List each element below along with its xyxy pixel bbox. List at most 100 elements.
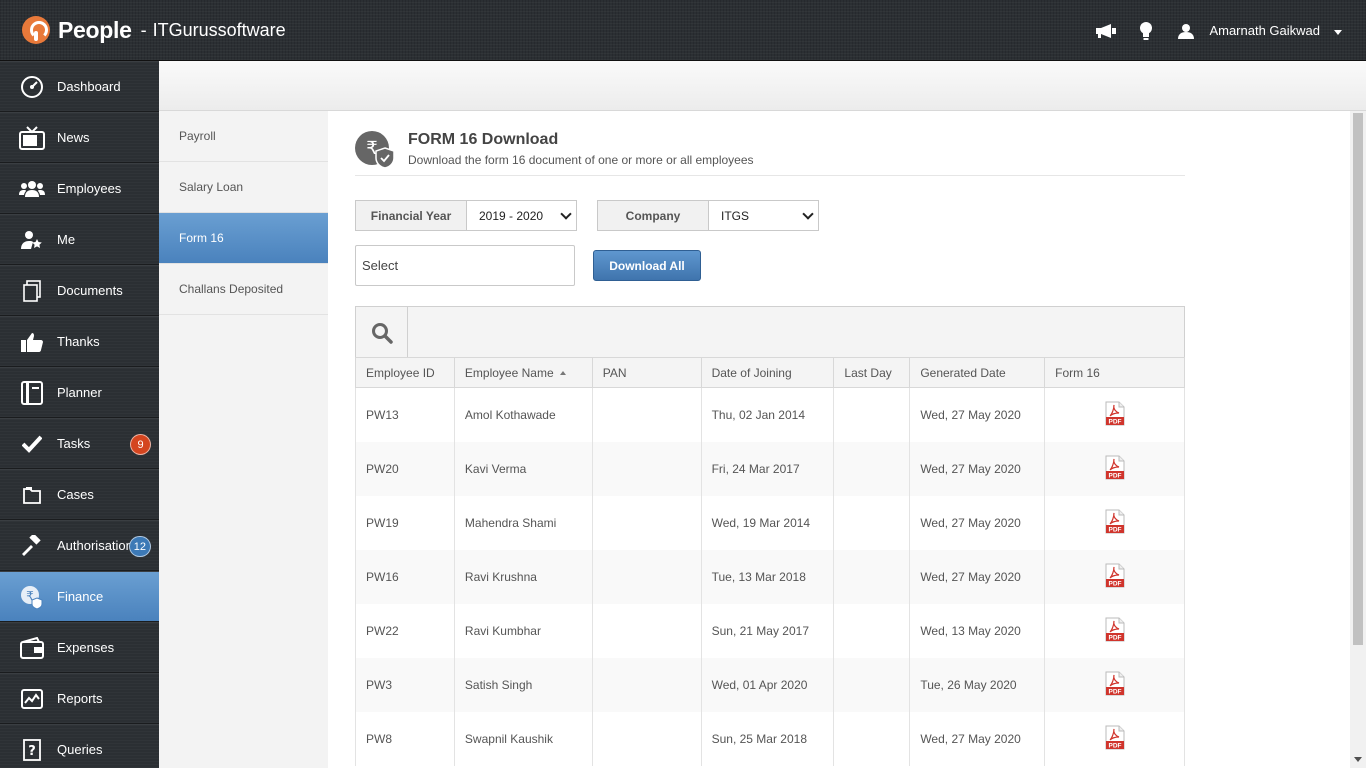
pdf-download-icon[interactable]: PDF — [1105, 509, 1125, 534]
nav-item-reports[interactable]: Reports — [0, 673, 159, 724]
column-header-last-day[interactable]: Last Day — [833, 357, 911, 388]
cell-generated-date: Wed, 27 May 2020 — [909, 495, 1046, 550]
cell-last-day — [833, 441, 911, 496]
nav-item-news[interactable]: News — [0, 112, 159, 163]
main-content: ₹ FORM 16 Download Download the form 16 … — [328, 111, 1350, 768]
nav-item-dashboard[interactable]: Dashboard — [0, 61, 159, 112]
nav-item-employees[interactable]: Employees — [0, 163, 159, 214]
app-name: People — [58, 16, 132, 43]
svg-text:PDF: PDF — [1108, 580, 1121, 587]
column-header-generated-date[interactable]: Generated Date — [909, 357, 1046, 388]
check-icon — [19, 431, 45, 457]
financial-year-value: 2019 - 2020 — [479, 208, 544, 223]
pdf-download-icon[interactable]: PDF — [1105, 401, 1125, 426]
subnav-item-form-16[interactable]: Form 16 — [159, 213, 328, 264]
table-row: PW19 Mahendra Shami Wed, 19 Mar 2014 Wed… — [355, 495, 1185, 550]
cell-employee-id: PW8 — [355, 711, 455, 766]
svg-text:PDF: PDF — [1108, 688, 1121, 695]
vertical-scrollbar[interactable] — [1350, 111, 1366, 768]
column-header-employee-name[interactable]: Employee Name — [453, 357, 593, 388]
nav-item-documents[interactable]: Documents — [0, 265, 159, 316]
user-star-icon — [19, 227, 45, 253]
nav-item-label: Me — [57, 232, 76, 247]
column-header-pan[interactable]: PAN — [591, 357, 702, 388]
megaphone-icon[interactable] — [1095, 20, 1117, 42]
table-row: PW20 Kavi Verma Fri, 24 Mar 2017 Wed, 27… — [355, 441, 1185, 496]
nav-item-label: Expenses — [57, 640, 115, 655]
nav-item-authorisations[interactable]: Authorisations 12 — [0, 520, 159, 571]
page-subtitle: Download the form 16 document of one or … — [408, 153, 754, 167]
cell-employee-id: PW16 — [355, 549, 455, 604]
user-icon[interactable] — [1175, 20, 1197, 42]
subnav-item-payroll[interactable]: Payroll — [159, 111, 328, 162]
cell-employee-id: PW13 — [355, 387, 455, 442]
column-header-employee-id[interactable]: Employee ID — [355, 357, 455, 388]
cell-pan — [591, 603, 702, 658]
scrollbar-thumb[interactable] — [1353, 113, 1363, 645]
users-icon — [19, 176, 45, 202]
nav-item-cases[interactable]: Cases — [0, 469, 159, 520]
nav-item-expenses[interactable]: Expenses — [0, 622, 159, 673]
column-header-date-of-joining[interactable]: Date of Joining — [700, 357, 835, 388]
column-header-label: Employee Name — [464, 365, 554, 380]
tasks-count-badge: 9 — [130, 434, 151, 455]
subnav-item-salary-loan[interactable]: Salary Loan — [159, 162, 328, 213]
cell-pan — [591, 441, 702, 496]
cell-form-16: PDF — [1044, 657, 1185, 712]
cell-generated-date: Wed, 27 May 2020 — [909, 549, 1046, 604]
lightbulb-icon[interactable] — [1135, 20, 1157, 42]
company-label: Company — [598, 201, 709, 230]
folder-icon — [19, 482, 45, 508]
cell-date-of-joining: Sun, 25 Mar 2018 — [700, 711, 835, 766]
cell-last-day — [833, 711, 911, 766]
cell-form-16: PDF — [1044, 495, 1185, 550]
nav-item-queries[interactable]: ? Queries — [0, 724, 159, 768]
cell-generated-date: Wed, 13 May 2020 — [909, 603, 1046, 658]
cell-form-16: PDF — [1044, 441, 1185, 496]
top-bar: People - ITGurussoftware Amarnath Gaikwa… — [0, 0, 1366, 61]
nav-item-label: Tasks — [57, 436, 91, 451]
cell-date-of-joining: Fri, 24 Mar 2017 — [700, 441, 835, 496]
cell-form-16: PDF — [1044, 549, 1185, 604]
cell-pan — [591, 711, 702, 766]
chevron-down-icon[interactable] — [1334, 29, 1342, 35]
nav-item-label: Queries — [57, 742, 103, 757]
pdf-download-icon[interactable]: PDF — [1105, 671, 1125, 696]
brand[interactable]: People - ITGurussoftware — [22, 14, 286, 46]
financial-year-field: Financial Year 2019 - 2020 — [355, 200, 577, 231]
page-title: FORM 16 Download — [408, 131, 559, 148]
nav-item-thanks[interactable]: Thanks — [0, 316, 159, 367]
cell-pan — [591, 495, 702, 550]
nav-item-planner[interactable]: Planner — [0, 367, 159, 418]
cell-last-day — [833, 549, 911, 604]
pdf-download-icon[interactable]: PDF — [1105, 617, 1125, 642]
company-select[interactable]: ITGS — [709, 201, 818, 230]
cell-date-of-joining: Sun, 21 May 2017 — [700, 603, 835, 658]
column-header-form-16[interactable]: Form 16 — [1044, 357, 1185, 388]
cell-last-day — [833, 657, 911, 712]
cell-employee-name: Kavi Verma — [453, 441, 593, 496]
pdf-download-icon[interactable]: PDF — [1105, 455, 1125, 480]
cell-form-16: PDF — [1044, 603, 1185, 658]
financial-year-select[interactable]: 2019 - 2020 — [467, 201, 576, 230]
search-icon — [371, 322, 393, 344]
user-name[interactable]: Amarnath Gaikwad — [1209, 23, 1320, 38]
svg-text:PDF: PDF — [1108, 634, 1121, 641]
main-nav: Dashboard News Employees Me Documents Th… — [0, 61, 159, 768]
financial-year-label: Financial Year — [356, 201, 467, 230]
cell-date-of-joining: Thu, 02 Jan 2014 — [700, 387, 835, 442]
subnav-item-challans-deposited[interactable]: Challans Deposited — [159, 264, 328, 315]
pdf-download-icon[interactable]: PDF — [1105, 725, 1125, 750]
employee-select-input[interactable]: Select — [355, 245, 575, 286]
nav-item-me[interactable]: Me — [0, 214, 159, 265]
cell-employee-name: Mahendra Shami — [453, 495, 593, 550]
nav-item-label: Cases — [57, 487, 94, 502]
dashboard-icon — [19, 74, 45, 100]
nav-item-tasks[interactable]: Tasks 9 — [0, 418, 159, 469]
scroll-down-arrow-icon[interactable] — [1354, 757, 1362, 762]
nav-item-finance[interactable]: ₹ Finance — [0, 571, 159, 622]
pdf-download-icon[interactable]: PDF — [1105, 563, 1125, 588]
download-all-button[interactable]: Download All — [593, 250, 701, 281]
company-field: Company ITGS — [597, 200, 819, 231]
search-button[interactable] — [356, 307, 408, 358]
